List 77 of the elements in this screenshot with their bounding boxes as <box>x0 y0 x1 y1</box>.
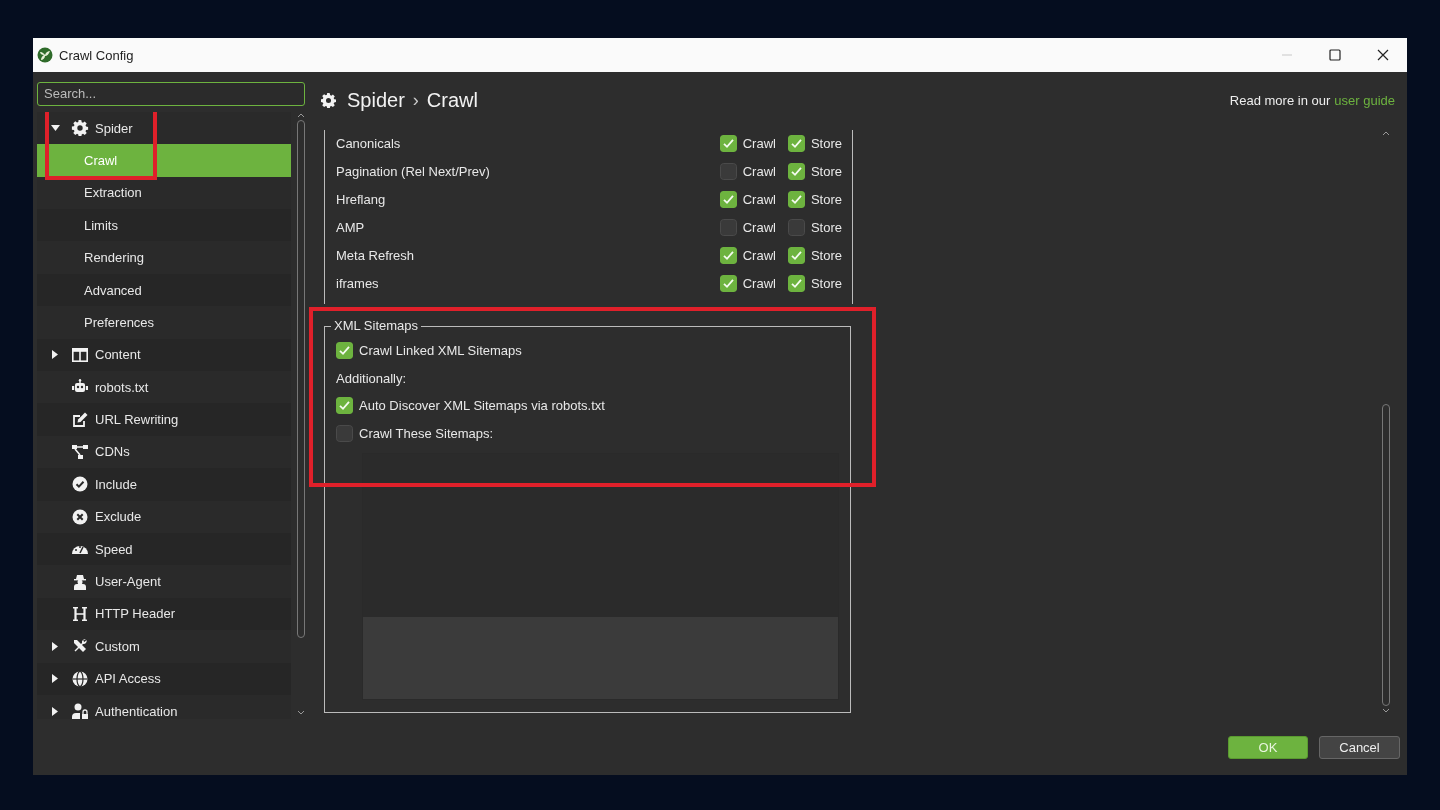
tree-item[interactable]: Include <box>37 468 291 501</box>
setting-label: Canonicals <box>336 136 402 152</box>
checkbox-label: Store <box>810 192 842 208</box>
checkbox-label: Crawl <box>742 164 776 180</box>
checkbox-label: Store <box>810 276 842 292</box>
breadcrumb-separator: › <box>412 90 419 112</box>
tree-item[interactable]: HTTP Header <box>37 597 291 631</box>
setting-label: Pagination (Rel Next/Prev) <box>336 164 491 180</box>
tree-item[interactable]: Speed <box>37 532 291 566</box>
checkbox[interactable] <box>787 135 805 153</box>
checkbox[interactable] <box>719 135 737 153</box>
edit-icon <box>71 411 89 428</box>
cancel-button[interactable]: Cancel <box>1319 735 1400 759</box>
checkbox-label: Store <box>810 136 842 152</box>
checkbox-label: Store <box>810 248 842 264</box>
gear-icon <box>321 93 336 109</box>
scroll-down-icon <box>297 709 305 716</box>
expand-arrow-icon[interactable] <box>50 641 60 651</box>
close-icon <box>1377 49 1389 61</box>
checkbox-label: Store <box>810 164 842 180</box>
section-label: Additionally: <box>336 370 407 386</box>
checkbox[interactable] <box>336 342 353 360</box>
checkbox-label: Store <box>810 220 842 236</box>
checkbox[interactable] <box>787 191 805 209</box>
tree-item[interactable]: API Access <box>37 662 291 695</box>
user-icon <box>71 573 89 590</box>
checkbox-label: Auto Discover XML Sitemaps via robots.txt <box>359 398 605 414</box>
checkbox[interactable] <box>787 247 805 265</box>
checkbox-label: Crawl Linked XML Sitemaps <box>359 343 522 359</box>
scroll-down-icon <box>1382 707 1390 714</box>
checkbox-label: Crawl <box>742 136 776 152</box>
checkbox-label: Crawl <box>742 248 776 264</box>
checkbox-label: Crawl <box>742 192 776 208</box>
setting-label: Meta Refresh <box>336 248 416 264</box>
setting-label: AMP <box>336 220 366 236</box>
checkbox[interactable] <box>719 219 737 237</box>
sitemap-icon <box>71 444 89 460</box>
expand-arrow-icon[interactable] <box>50 350 60 360</box>
x-circle-icon <box>71 508 89 525</box>
checkbox[interactable] <box>336 424 353 442</box>
header-icon <box>71 605 89 622</box>
breadcrumb-item: Crawl <box>426 89 478 113</box>
tree-item[interactable]: Advanced <box>37 273 291 307</box>
checkbox[interactable] <box>719 163 737 181</box>
setting-label: Hreflang <box>336 192 387 208</box>
checkbox[interactable] <box>787 163 805 181</box>
user-guide-link[interactable]: user guide <box>1334 93 1395 109</box>
scroll-up-icon <box>297 111 305 118</box>
checkbox[interactable] <box>719 275 737 293</box>
tree-item[interactable]: Content <box>37 338 291 371</box>
scroll-up-icon <box>1382 129 1390 136</box>
checkbox[interactable] <box>336 397 353 415</box>
check-circle-icon <box>71 476 89 493</box>
maximize-icon <box>1329 49 1341 61</box>
tree-item[interactable]: Limits <box>37 209 291 242</box>
window-title: Crawl Config <box>59 47 135 63</box>
search-field[interactable]: Search... <box>37 82 305 106</box>
checkbox-label: Crawl <box>742 276 776 292</box>
columns-icon <box>71 346 89 363</box>
gear-icon <box>71 120 89 137</box>
help-text: Read more in our <box>1229 93 1331 109</box>
checkbox[interactable] <box>719 247 737 265</box>
tools-icon <box>71 638 89 655</box>
tree-item[interactable]: URL Rewriting <box>37 403 291 436</box>
checkbox[interactable] <box>719 191 737 209</box>
user-lock-icon <box>71 703 89 719</box>
checkbox-label: Crawl <box>742 220 776 236</box>
spider-logo-icon <box>37 47 53 63</box>
expand-arrow-icon[interactable] <box>50 674 60 684</box>
checkbox[interactable] <box>787 219 805 237</box>
setting-label: iframes <box>336 276 380 292</box>
expand-arrow-icon[interactable] <box>50 706 60 716</box>
expand-arrow-icon[interactable] <box>50 123 60 133</box>
globe-icon <box>71 670 89 687</box>
checkbox-label: Crawl These Sitemaps: <box>359 425 494 441</box>
breadcrumb-item: Spider <box>347 89 405 113</box>
checkbox[interactable] <box>787 275 805 293</box>
